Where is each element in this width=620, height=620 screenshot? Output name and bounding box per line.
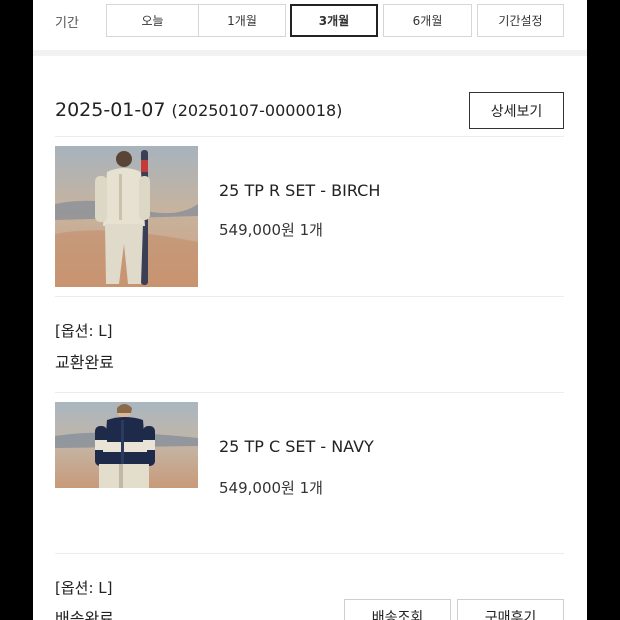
product-price: 549,000원 — [219, 479, 295, 497]
period-today-button[interactable]: 오늘 — [106, 4, 199, 37]
order-date: 2025-01-07 — [55, 99, 166, 121]
order-status: 배송완료 — [55, 609, 114, 620]
period-6month-button[interactable]: 6개월 — [383, 4, 472, 37]
order-number: (20250107-0000018) — [171, 101, 343, 120]
write-review-button[interactable]: 구매후기 — [457, 599, 564, 620]
product-image-birch-set — [55, 146, 198, 287]
divider — [55, 136, 564, 137]
product-qty: 1개 — [299, 221, 323, 239]
order-history-screen: 기간 오늘 1개월 3개월 6개월 기간설정 2025-01-07 (20250… — [33, 0, 587, 620]
product-price-qty: 549,000원 1개 — [219, 219, 323, 240]
product-name[interactable]: 25 TP C SET - NAVY — [219, 437, 374, 456]
period-custom-button[interactable]: 기간설정 — [477, 4, 564, 37]
product-option: [옵션: L] — [55, 322, 113, 340]
section-divider — [33, 50, 587, 56]
period-1month-button[interactable]: 1개월 — [198, 4, 286, 37]
period-3month-button[interactable]: 3개월 — [290, 4, 378, 37]
product-thumbnail[interactable] — [55, 146, 198, 287]
period-filter: 기간 오늘 1개월 3개월 6개월 기간설정 — [33, 0, 587, 42]
order-status: 교환완료 — [55, 353, 114, 372]
product-thumbnail[interactable] — [55, 402, 198, 488]
product-name[interactable]: 25 TP R SET - BIRCH — [219, 181, 380, 200]
divider — [55, 392, 564, 393]
product-option: [옵션: L] — [55, 579, 113, 597]
product-qty: 1개 — [299, 479, 323, 497]
order-detail-button[interactable]: 상세보기 — [469, 92, 564, 129]
divider — [55, 296, 564, 297]
product-price: 549,000원 — [219, 221, 295, 239]
track-delivery-button[interactable]: 배송조회 — [344, 599, 451, 620]
product-image-navy-set — [55, 402, 198, 488]
product-price-qty: 549,000원 1개 — [219, 477, 323, 498]
order-header: 2025-01-07 (20250107-0000018) — [55, 99, 342, 121]
period-label: 기간 — [55, 16, 79, 31]
divider — [55, 553, 564, 554]
